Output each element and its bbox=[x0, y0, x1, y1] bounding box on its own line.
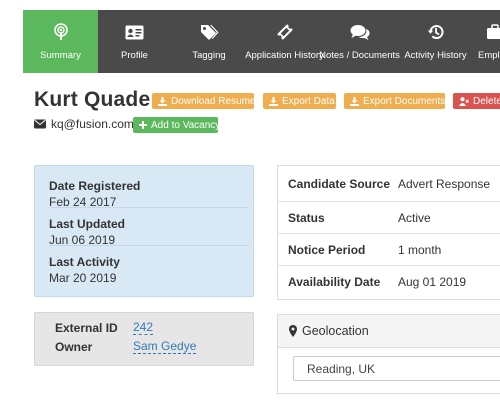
geolocation-panel: Geolocation Reading, UK bbox=[277, 314, 500, 394]
tab-label: Profile bbox=[121, 50, 148, 61]
tab-label: Tagging bbox=[192, 50, 226, 61]
notice-period-value: 1 month bbox=[398, 242, 442, 257]
tab-employ[interactable]: Employ bbox=[474, 10, 500, 73]
download-icon bbox=[269, 96, 278, 106]
email-row: kq@fusion.com bbox=[34, 117, 134, 131]
delete-label: Delete bbox=[473, 95, 500, 107]
tab-label: Notes / Documents bbox=[319, 50, 400, 61]
comments-icon bbox=[350, 23, 370, 41]
last-activity-label: Last Activity bbox=[49, 255, 120, 269]
meta-panel: External ID 242 Owner Sam Gedye bbox=[34, 312, 254, 366]
download-resume-label: Download Resume bbox=[171, 95, 256, 107]
detail-row-source: Candidate Source Advert Response bbox=[278, 166, 500, 202]
last-updated-label: Last Updated bbox=[49, 217, 126, 231]
export-documents-label: Export Documents bbox=[363, 95, 446, 107]
external-id-row: External ID 242 bbox=[55, 321, 154, 335]
external-id-label: External ID bbox=[55, 321, 118, 335]
status-label: Status bbox=[288, 210, 325, 225]
add-to-vacancy-button[interactable]: Add to Vacancy bbox=[133, 117, 221, 133]
add-to-vacancy-label: Add to Vacancy bbox=[151, 119, 221, 131]
location-value: Reading, UK bbox=[307, 361, 376, 376]
export-data-label: Export Data bbox=[282, 95, 335, 107]
delete-button[interactable]: Delete bbox=[453, 93, 500, 109]
tab-tagging[interactable]: Tagging bbox=[171, 10, 247, 73]
candidate-email[interactable]: kq@fusion.com bbox=[51, 117, 134, 131]
tags-icon bbox=[200, 23, 219, 41]
detail-row-notice: Notice Period 1 month bbox=[278, 234, 500, 266]
last-activity-value: Mar 20 2019 bbox=[49, 271, 117, 285]
dates-panel: Date Registered Feb 24 2017 Last Updated… bbox=[34, 165, 254, 297]
tab-label: Application History bbox=[245, 50, 324, 61]
tab-label: Employ bbox=[478, 50, 500, 61]
tab-activity-history[interactable]: Activity History bbox=[397, 10, 474, 73]
export-documents-button[interactable]: Export Documents bbox=[344, 93, 445, 109]
candidate-source-value: Advert Response bbox=[398, 176, 491, 191]
podcast-icon bbox=[53, 23, 69, 41]
plus-icon bbox=[139, 121, 147, 129]
briefcase-icon bbox=[478, 23, 500, 41]
status-value: Active bbox=[398, 210, 431, 225]
tab-label: Summary bbox=[40, 50, 81, 61]
ticket-icon bbox=[276, 23, 294, 41]
date-registered-label: Date Registered bbox=[49, 179, 141, 193]
detail-row-status: Status Active bbox=[278, 202, 500, 234]
candidate-source-label: Candidate Source bbox=[288, 176, 391, 191]
last-updated-item: Last Updated Jun 06 2019 bbox=[49, 208, 249, 247]
owner-link[interactable]: Sam Gedye bbox=[133, 340, 197, 354]
tab-notes-documents[interactable]: Notes / Documents bbox=[319, 10, 400, 73]
details-table: Candidate Source Advert Response Status … bbox=[277, 165, 500, 300]
availability-date-label: Availability Date bbox=[288, 275, 381, 289]
detail-row-availability: Availability Date Aug 01 2019 bbox=[278, 266, 500, 298]
export-data-button[interactable]: Export Data bbox=[263, 93, 336, 109]
tab-summary[interactable]: Summary bbox=[23, 10, 98, 73]
last-updated-value: Jun 06 2019 bbox=[49, 233, 116, 247]
external-id-link[interactable]: 242 bbox=[133, 321, 154, 335]
date-registered-item: Date Registered Feb 24 2017 bbox=[49, 170, 249, 209]
candidate-name: Kurt Quade bbox=[34, 88, 151, 111]
envelope-icon bbox=[34, 119, 46, 129]
id-card-icon bbox=[125, 23, 144, 41]
top-nav: Summary Profile Tagging Application Hist… bbox=[23, 10, 500, 73]
availability-date-value: Aug 01 2019 bbox=[398, 275, 467, 289]
tab-application-history[interactable]: Application History bbox=[245, 10, 324, 73]
map-marker-icon bbox=[289, 325, 297, 337]
tab-label: Activity History bbox=[404, 50, 467, 61]
download-icon bbox=[350, 96, 359, 106]
geolocation-header: Geolocation bbox=[278, 315, 500, 348]
notice-period-label: Notice Period bbox=[288, 242, 366, 257]
download-resume-button[interactable]: Download Resume bbox=[152, 93, 256, 109]
geolocation-title: Geolocation bbox=[302, 324, 369, 338]
download-icon bbox=[158, 96, 167, 106]
history-icon bbox=[427, 23, 445, 41]
date-registered-value: Feb 24 2017 bbox=[49, 195, 117, 209]
owner-row: Owner Sam Gedye bbox=[55, 340, 197, 354]
owner-label: Owner bbox=[55, 340, 93, 354]
user-delete-icon bbox=[459, 96, 469, 106]
location-input[interactable]: Reading, UK bbox=[293, 356, 500, 381]
tab-profile[interactable]: Profile bbox=[98, 10, 171, 73]
last-activity-item: Last Activity Mar 20 2019 bbox=[49, 246, 249, 285]
